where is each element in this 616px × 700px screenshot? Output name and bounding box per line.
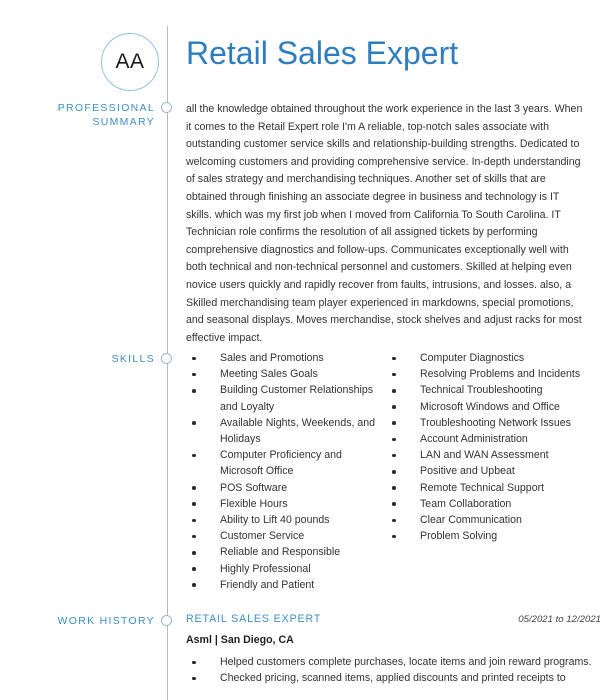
section-label-skills: SKILLS xyxy=(15,352,155,366)
skill-item: Problem Solving xyxy=(386,528,601,544)
job-duty-item: Helped customers complete purchases, loc… xyxy=(186,654,601,670)
skill-item: Computer Diagnostics xyxy=(386,350,601,366)
section-label-work-history: WORK HISTORY xyxy=(15,614,155,628)
skill-item: Resolving Problems and Incidents xyxy=(386,366,601,382)
resume-page: AA Retail Sales Expert PROFESSIONAL SUMM… xyxy=(0,0,616,700)
skill-item: Customer Service xyxy=(186,528,386,544)
skill-item: POS Software xyxy=(186,480,386,496)
skill-item: Ability to Lift 40 pounds xyxy=(186,512,386,528)
work-history-section: RETAIL SALES EXPERT 05/2021 to 12/2021 A… xyxy=(186,612,601,686)
professional-summary-text: all the knowledge obtained throughout th… xyxy=(186,103,583,344)
skills-column-left: Sales and Promotions Meeting Sales Goals B… xyxy=(186,350,386,593)
skills-column-right: Computer Diagnostics Resolving Problems a… xyxy=(386,350,601,593)
skill-item: Computer Proficiency and Microsoft Offic… xyxy=(186,447,386,479)
skill-item: Positive and Upbeat xyxy=(386,463,601,479)
skill-item: Friendly and Patient xyxy=(186,577,386,593)
skill-item: Sales and Promotions xyxy=(186,350,386,366)
skill-item: Microsoft Windows and Office xyxy=(386,399,601,415)
job-company: Asml | San Diego, CA xyxy=(186,634,294,646)
section-label-professional-summary: PROFESSIONAL SUMMARY xyxy=(15,101,155,129)
timeline-node-skills xyxy=(161,353,172,364)
skill-item: LAN and WAN Assessment xyxy=(386,447,601,463)
skill-item: Troubleshooting Network Issues xyxy=(386,415,601,431)
section-label-skills-text: SKILLS xyxy=(111,353,155,365)
skill-item: Clear Communication xyxy=(386,512,601,528)
skill-item: Technical Troubleshooting xyxy=(386,382,601,398)
skill-item: Flexible Hours xyxy=(186,496,386,512)
skill-item: Highly Professional xyxy=(186,561,386,577)
page-title: Retail Sales Expert xyxy=(186,35,459,71)
section-label-line-1: PROFESSIONAL xyxy=(57,102,155,114)
timeline-node-summary xyxy=(161,102,172,113)
job-dates: 05/2021 to 12/2021 xyxy=(518,614,601,625)
section-label-line-2: SUMMARY xyxy=(92,116,155,128)
job-title: RETAIL SALES EXPERT xyxy=(186,613,322,625)
skills-list-right: Computer Diagnostics Resolving Problems a… xyxy=(386,350,601,544)
skill-item: Building Customer Relationships and Loya… xyxy=(186,382,386,414)
skill-item: Reliable and Responsible xyxy=(186,544,386,560)
timeline-node-work-history xyxy=(161,615,172,626)
avatar: AA xyxy=(101,33,159,91)
professional-summary-section: all the knowledge obtained throughout th… xyxy=(186,101,586,347)
job-duties-list: Helped customers complete purchases, loc… xyxy=(186,654,601,686)
skill-item: Team Collaboration xyxy=(386,496,601,512)
skills-list-left: Sales and Promotions Meeting Sales Goals B… xyxy=(186,350,386,593)
work-history-entry-header: RETAIL SALES EXPERT 05/2021 to 12/2021 xyxy=(186,612,601,627)
skill-item: Account Administration xyxy=(386,431,601,447)
section-label-work-history-text: WORK HISTORY xyxy=(57,615,155,627)
skill-item: Meeting Sales Goals xyxy=(186,366,386,382)
skills-section: Sales and Promotions Meeting Sales Goals B… xyxy=(186,350,601,593)
skill-item: Available Nights, Weekends, and Holidays xyxy=(186,415,386,447)
skill-item: Remote Technical Support xyxy=(386,480,601,496)
job-duty-item: Checked pricing, scanned items, applied … xyxy=(186,670,601,686)
